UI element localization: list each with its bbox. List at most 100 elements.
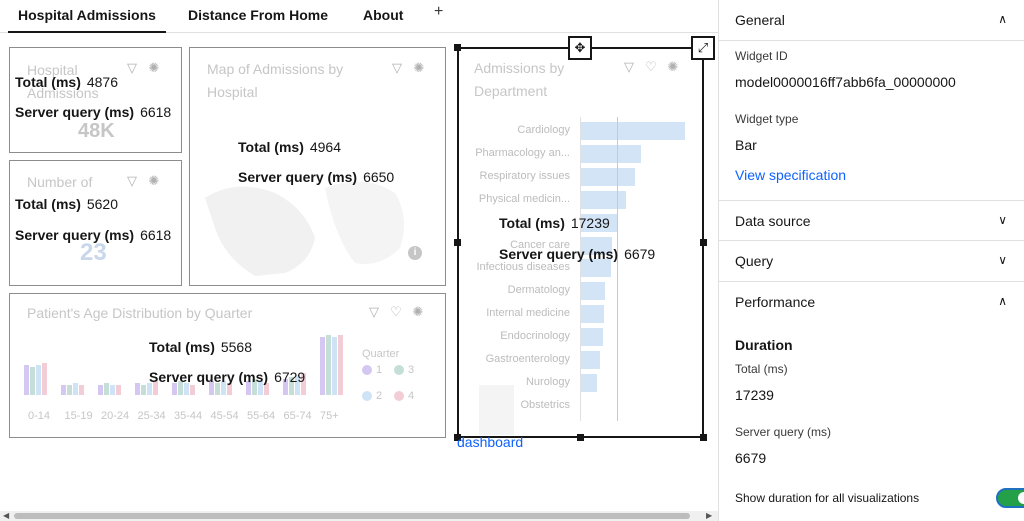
section-data-source[interactable]: Data source ∨	[719, 200, 1024, 241]
total-label: Total (ms)	[735, 362, 788, 376]
age-bar[interactable]	[61, 385, 66, 395]
resize-handle-tl[interactable]	[454, 44, 461, 51]
app-root: Hospital Admissions Distance From Home A…	[0, 0, 1024, 521]
department-bar[interactable]	[581, 351, 600, 369]
lightbulb-icon[interactable]: ♡	[644, 59, 658, 75]
legend-item-3[interactable]: 3	[394, 364, 414, 376]
server-value: 6618	[140, 227, 172, 243]
expand-icon[interactable]: ⤢	[691, 36, 715, 60]
lightbulb-icon[interactable]: ♡	[389, 304, 403, 320]
widget-age-distribution[interactable]: Patient's Age Distribution by Quarter ▽ …	[9, 293, 446, 438]
legend-item-1[interactable]: 1	[362, 364, 382, 376]
scroll-right-icon[interactable]: ▶	[706, 511, 712, 521]
age-bar[interactable]	[79, 385, 84, 395]
legend-label: 1	[376, 364, 383, 376]
add-tab-button[interactable]: +	[434, 3, 443, 21]
widget-hospital-admissions[interactable]: Hospital Admissions ▽ ✺ 48K Total (ms) 48…	[9, 47, 182, 153]
widget-title: Map of Admissions by Hospital	[207, 61, 344, 100]
age-bar[interactable]	[116, 385, 121, 395]
scroll-left-icon[interactable]: ◀	[3, 511, 9, 521]
dashboard-link[interactable]: dashboard	[457, 434, 523, 450]
show-duration-label: Show duration for all visualizations	[735, 491, 920, 505]
age-bar[interactable]	[190, 385, 195, 395]
server-duration: Server query (ms) 6650	[238, 169, 394, 185]
age-tick-label: 25-34	[137, 410, 166, 422]
department-bar[interactable]	[581, 373, 597, 392]
section-title: Data source	[735, 213, 811, 229]
tab-hospital-admissions[interactable]: Hospital Admissions	[8, 0, 166, 33]
legend-item-2[interactable]: 2	[362, 390, 382, 402]
scrollbar-thumb[interactable]	[14, 513, 690, 519]
resize-handle-mr[interactable]	[700, 239, 707, 246]
age-bar[interactable]	[135, 383, 140, 395]
filter-icon[interactable]: ▽	[125, 173, 139, 189]
age-bar[interactable]	[67, 385, 72, 395]
widget-map[interactable]: Map of Admissions by Hospital ▽ ✺ i Tota…	[189, 47, 446, 286]
filter-icon[interactable]: ▽	[125, 60, 139, 76]
tab-about[interactable]: About	[363, 0, 403, 33]
section-performance[interactable]: Performance ∧	[719, 282, 1024, 323]
section-query[interactable]: Query ∨	[719, 241, 1024, 282]
widget-number-of[interactable]: Number of ▽ ✺ 23 Total (ms) 5620 Server q…	[9, 160, 182, 286]
server-value: 6650	[363, 169, 395, 185]
widget-id-value: model0000016ff7abb6fa_00000000	[735, 74, 956, 90]
resize-handle-br[interactable]	[700, 434, 707, 441]
age-tick-label: 55-64	[247, 410, 276, 422]
age-bar[interactable]	[36, 365, 41, 395]
department-bar[interactable]	[581, 259, 612, 278]
server-label: Server query (ms)	[238, 169, 358, 185]
department-bar[interactable]	[581, 122, 685, 140]
category-label: Physical medicin...	[478, 192, 570, 205]
age-bar[interactable]	[30, 367, 35, 395]
legend-item-4[interactable]: 4	[394, 390, 414, 402]
kpi-value: 23	[80, 239, 107, 266]
age-bar[interactable]	[141, 385, 146, 395]
settings-icon[interactable]: ✺	[411, 304, 425, 320]
age-bar[interactable]	[338, 335, 343, 395]
widget-type-label: Widget type	[735, 112, 799, 126]
category-label: Nurology	[525, 375, 570, 388]
age-bar[interactable]	[110, 385, 115, 395]
department-bar[interactable]	[581, 190, 626, 209]
filter-icon[interactable]: ▽	[390, 60, 404, 76]
settings-icon[interactable]: ✺	[666, 59, 680, 75]
department-bar[interactable]	[581, 167, 636, 186]
tab-bar: Hospital Admissions Distance From Home A…	[0, 0, 718, 33]
age-bar[interactable]	[73, 383, 78, 395]
show-duration-toggle[interactable]	[996, 488, 1024, 508]
settings-icon[interactable]: ✺	[147, 60, 161, 76]
settings-icon[interactable]: ✺	[147, 173, 161, 189]
move-icon[interactable]: ✥	[568, 36, 592, 60]
department-bar[interactable]	[581, 144, 642, 163]
info-icon[interactable]: i	[408, 246, 422, 260]
age-tick-label: 20-24	[101, 410, 130, 422]
server-value: 6729	[274, 369, 306, 385]
filter-icon[interactable]: ▽	[367, 304, 381, 320]
filter-icon[interactable]: ▽	[622, 59, 636, 75]
horizontal-scrollbar[interactable]: ◀ ▶	[0, 511, 718, 521]
department-bar[interactable]	[581, 282, 605, 301]
age-bar[interactable]	[326, 335, 331, 395]
age-bar[interactable]	[42, 363, 47, 395]
category-label: Dermatology	[507, 284, 570, 297]
age-bar[interactable]	[332, 337, 337, 395]
section-general[interactable]: General ∧	[719, 0, 1024, 41]
category-label: Cardiology	[517, 124, 570, 136]
age-bar[interactable]	[104, 383, 109, 395]
department-bar[interactable]	[581, 328, 603, 347]
settings-icon[interactable]: ✺	[412, 60, 426, 76]
tab-distance-from-home[interactable]: Distance From Home	[188, 0, 328, 33]
chevron-up-icon[interactable]: ∧	[998, 12, 1007, 26]
resize-handle-ml[interactable]	[454, 239, 461, 246]
age-bar[interactable]	[98, 385, 103, 395]
age-bar[interactable]	[320, 337, 325, 395]
chevron-up-icon[interactable]: ∧	[998, 294, 1007, 308]
view-specification-link[interactable]: View specification	[735, 167, 846, 183]
chevron-down-icon[interactable]: ∨	[998, 253, 1007, 267]
resize-handle-bm[interactable]	[577, 434, 584, 441]
widget-admissions-by-department[interactable]: Admissions by Department ▽ ♡ ✺ Cardiolog…	[457, 47, 704, 438]
age-tick-label: 35-44	[174, 410, 203, 422]
department-bar[interactable]	[581, 305, 604, 324]
chevron-down-icon[interactable]: ∨	[998, 213, 1007, 227]
age-bar[interactable]	[24, 365, 29, 395]
